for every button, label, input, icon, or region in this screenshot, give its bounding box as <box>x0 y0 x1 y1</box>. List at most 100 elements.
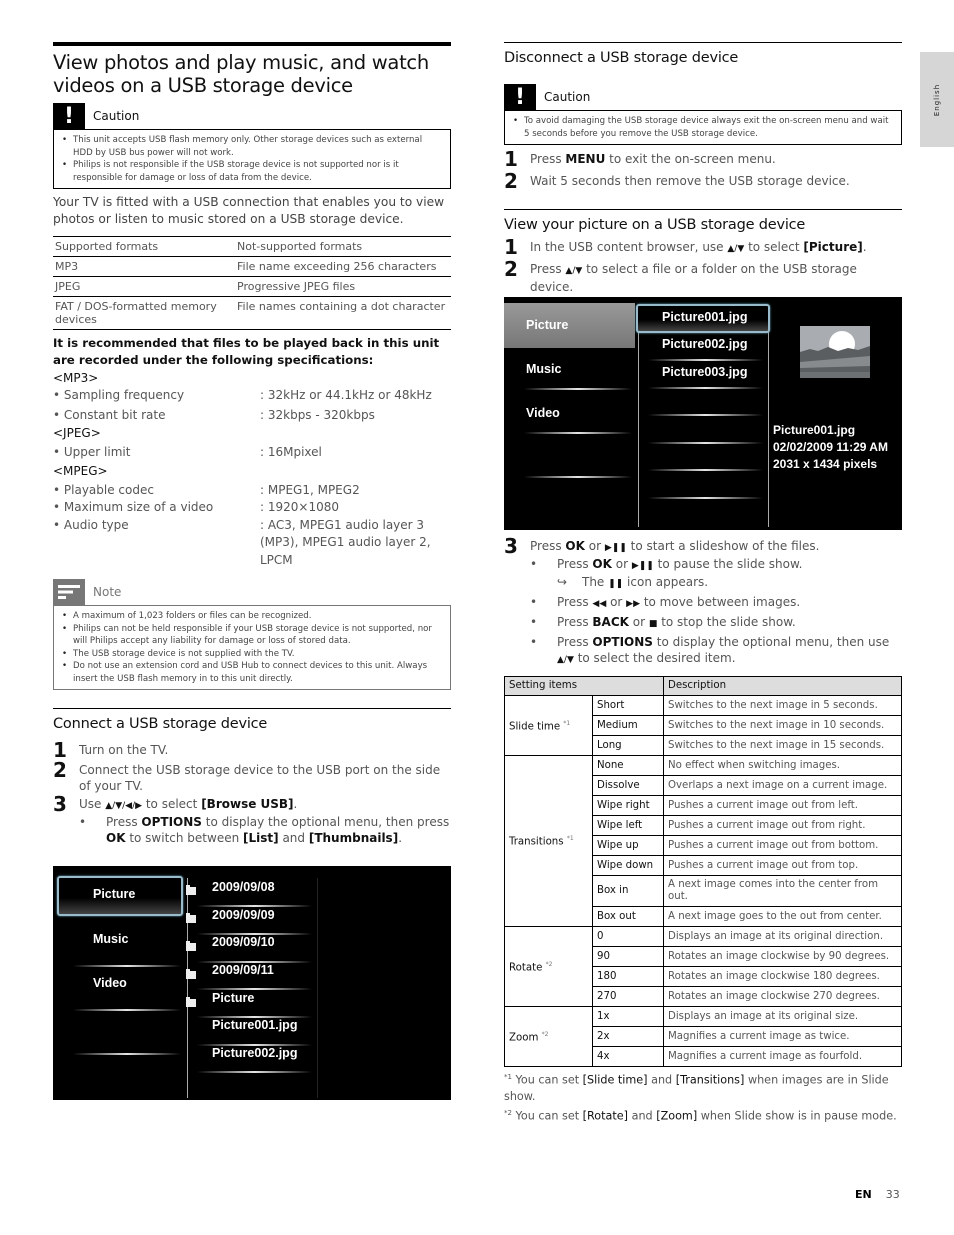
table-cell: JPEG <box>53 276 235 297</box>
note-label: Note <box>93 585 122 599</box>
setting-description: A next image goes to the out from center… <box>663 906 902 927</box>
spec-row: • Playable codec: MPEG1, MPEG2 <box>53 482 451 500</box>
spec-value: : 1920×1080 <box>260 500 339 514</box>
setting-option: Dissolve <box>592 775 664 796</box>
spec-group-heading: <JPEG> <box>53 426 101 440</box>
file-item[interactable]: 2009/09/08 <box>212 880 275 894</box>
setting-option: 90 <box>592 946 664 967</box>
spec-row: • Audio type: AC3, MPEG1 audio layer 3 (… <box>53 517 451 570</box>
setting-group: Transitions *1 <box>504 755 593 927</box>
setting-description: Rotates an image clockwise 270 degrees. <box>663 986 902 1007</box>
picture-info-date: 02/02/2009 11:29 AM <box>773 440 888 454</box>
step-text: Wait 5 seconds then remove the USB stora… <box>530 174 850 188</box>
menu-item-music[interactable]: Music <box>93 932 128 946</box>
page-footer: EN 33 <box>855 1188 900 1201</box>
table-row: FAT / DOS-formatted memory devices File … <box>53 296 451 330</box>
step-text: Press OK or ▶❚❚ to start a slideshow of … <box>530 539 820 553</box>
step-number: 2 <box>504 169 518 193</box>
caution-item: Philips is not responsible if the USB st… <box>62 159 444 184</box>
arrow-keys-icon: ▲/▼ <box>557 655 574 665</box>
caution-label: Caution <box>93 109 140 123</box>
file-item[interactable]: Picture003.jpg <box>662 365 747 379</box>
table-header: Not-supported formats <box>235 236 451 257</box>
exclamation-icon: ! <box>504 84 536 110</box>
menu-item-video[interactable]: Video <box>526 406 560 420</box>
picture-info-filename: Picture001.jpg <box>773 423 856 437</box>
file-item[interactable]: Picture001.jpg <box>662 310 747 324</box>
file-item[interactable]: 2009/09/11 <box>212 963 274 977</box>
file-item[interactable]: Picture001.jpg <box>212 1018 297 1032</box>
setting-option: Medium <box>592 715 664 736</box>
menu-item-picture[interactable]: Picture <box>526 318 568 332</box>
setting-description: Switches to the next image in 5 seconds. <box>663 695 902 716</box>
left-column: View photos and play music, and watch vi… <box>53 42 451 846</box>
divider <box>197 905 312 907</box>
sub-bullet: • Press BACK or ■ to stop the slide show… <box>530 615 796 629</box>
divider <box>524 388 632 390</box>
caution-item: To avoid damaging the USB storage device… <box>513 115 895 140</box>
setting-description: Displays an image at its original direct… <box>663 926 902 947</box>
footnote: *1 You can set [Slide time] and [Transit… <box>504 1073 889 1103</box>
caution-callout: ! Caution To avoid damaging the USB stor… <box>504 84 902 145</box>
setting-group: Zoom *2 <box>504 1006 593 1067</box>
usb-browser-screen-list: Picture Music Video 2009/09/08 2009/09/0… <box>53 866 451 1100</box>
setting-description: Pushes a current image out from top. <box>663 855 902 876</box>
menu-item-music[interactable]: Music <box>526 362 561 376</box>
setting-option: 0 <box>592 926 664 947</box>
menu-item-video[interactable]: Video <box>93 976 127 990</box>
section-heading-view: View your picture on a USB storage devic… <box>504 217 806 233</box>
setting-option: 1x <box>592 1006 664 1027</box>
divider <box>73 1053 181 1055</box>
setting-description: Rotates an image clockwise by 90 degrees… <box>663 946 902 967</box>
usb-browser-screen-picture: Picture Music Video Picture001.jpg Pictu… <box>504 297 902 530</box>
setting-description: Overlaps a next image on a current image… <box>663 775 902 796</box>
table-cell: Progressive JPEG files <box>235 276 451 297</box>
setting-option: Short <box>592 695 664 716</box>
caution-callout: ! Caution This unit accepts USB flash me… <box>53 103 451 189</box>
setting-description: Magnifies a current image as twice. <box>663 1026 902 1047</box>
setting-description: Switches to the next image in 15 seconds… <box>663 735 902 756</box>
right-column: Disconnect a USB storage device ! Cautio… <box>504 42 902 295</box>
setting-option: Wipe up <box>592 835 664 856</box>
table-header: Setting items <box>504 676 664 696</box>
spec-row: • Upper limit: 16Mpixel <box>53 444 451 462</box>
pause-icon: ❚❚ <box>608 579 624 589</box>
table-header-row: Supported formats Not-supported formats <box>53 236 451 257</box>
folder-icon <box>186 885 196 895</box>
file-item[interactable]: Picture <box>212 991 254 1005</box>
divider <box>648 469 763 471</box>
spec-value: : MPEG1, MPEG2 <box>260 482 360 497</box>
table-row: JPEG Progressive JPEG files <box>53 276 451 297</box>
recommend-text: It is recommended that files to be playe… <box>53 336 440 367</box>
rewind-icon: ◀◀ <box>592 599 607 609</box>
table-row: Slide time *1 Short Switches to the next i… <box>504 695 902 756</box>
sub-bullet: • Press OPTIONS to display the optional … <box>79 815 450 845</box>
table-row: MP3 File name exceeding 256 characters <box>53 256 451 277</box>
table-header: Supported formats <box>53 236 235 257</box>
menu-item-picture[interactable]: Picture <box>93 887 135 901</box>
column-divider <box>317 878 318 1098</box>
spec-value: : 32kHz or 44.1kHz or 48kHz <box>260 388 432 402</box>
setting-option: Wipe left <box>592 815 664 836</box>
file-item[interactable]: Picture002.jpg <box>662 337 747 351</box>
page-title: View photos and play music, and watch vi… <box>53 51 429 97</box>
spec-key: • Maximum size of a video <box>53 500 214 514</box>
file-item[interactable]: Picture002.jpg <box>212 1046 297 1060</box>
column-divider <box>187 878 188 1098</box>
folder-icon <box>186 969 196 979</box>
play-pause-icon: ▶❚❚ <box>604 543 627 553</box>
note-callout: Note A maximum of 1,023 folders or files… <box>53 579 451 690</box>
footnote: *2 You can set [Rotate] and [Zoom] when … <box>504 1108 897 1123</box>
spec-key: • Sampling frequency <box>53 388 185 402</box>
setting-description: Displays an image at its original size. <box>663 1006 902 1027</box>
file-item[interactable]: 2009/09/10 <box>212 935 275 949</box>
step: 1 Press MENU to exit the on-screen menu. <box>504 149 902 169</box>
step-text: Press MENU to exit the on-screen menu. <box>530 152 776 166</box>
section-rule <box>504 42 902 43</box>
spec-row: • Constant bit rate: 32kbps - 320kbps <box>53 407 451 425</box>
file-item[interactable]: 2009/09/09 <box>212 908 275 922</box>
setting-option: Wipe down <box>592 855 664 876</box>
language-label: English <box>933 83 941 116</box>
settings-table: Setting items Description Slide time *1 S… <box>504 676 902 1067</box>
step: 2 Wait 5 seconds then remove the USB sto… <box>504 171 902 191</box>
